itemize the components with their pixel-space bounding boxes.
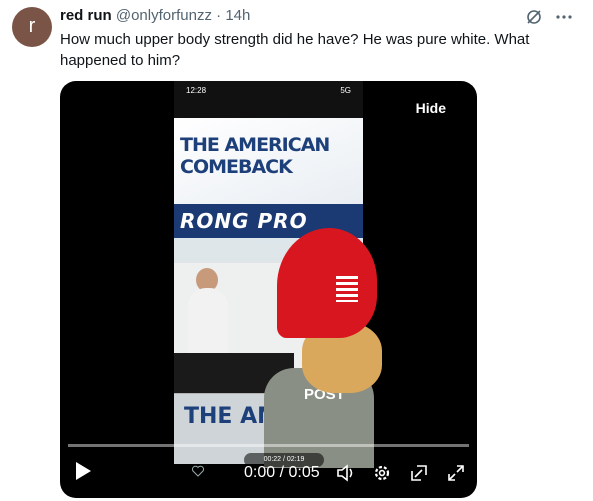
- volume-icon[interactable]: [336, 463, 356, 483]
- fullscreen-icon[interactable]: [446, 463, 466, 483]
- video-player[interactable]: 12:28 5G THE AMERICAN COMEBACK RONG PRO …: [60, 81, 477, 498]
- avatar[interactable]: r: [12, 7, 52, 47]
- video-controls: 0:00 / 0:05: [60, 451, 477, 498]
- display-name[interactable]: red run: [60, 7, 112, 24]
- video-time: 0:00 / 0:05: [244, 464, 320, 481]
- tweet-text: How much upper body strength did he have…: [60, 31, 530, 69]
- heart-icon[interactable]: [192, 465, 204, 477]
- hide-button[interactable]: Hide: [399, 92, 462, 124]
- phone-status-bar: 12:28 5G: [174, 81, 363, 119]
- more-icon[interactable]: [555, 8, 573, 26]
- phone-status-network: 5G: [340, 86, 351, 95]
- settings-icon[interactable]: [372, 463, 392, 483]
- user-handle[interactable]: @onlyforfunzz: [116, 7, 212, 24]
- scene-sign-text: THE AMERICAN COMEBACK: [180, 134, 330, 178]
- video-scene: THE AMERICAN COMEBACK RONG PRO THE AME P…: [174, 118, 382, 468]
- video-progress-bar[interactable]: [68, 444, 469, 447]
- grok-icon[interactable]: [525, 8, 543, 26]
- flag-patch: [336, 276, 358, 302]
- phone-status-time: 12:28: [186, 86, 207, 95]
- pip-icon[interactable]: [409, 463, 429, 483]
- tweet-timestamp[interactable]: 14h: [225, 7, 250, 24]
- video-frame: 12:28 5G THE AMERICAN COMEBACK RONG PRO …: [174, 81, 382, 468]
- separator-dot: ·: [216, 7, 222, 24]
- tweet-header: red run @onlyforfunzz · 14h: [60, 7, 250, 24]
- tweet-actions-top: [525, 8, 573, 26]
- play-icon[interactable]: [74, 461, 92, 481]
- red-hat: [277, 228, 377, 338]
- speaker: [188, 288, 228, 358]
